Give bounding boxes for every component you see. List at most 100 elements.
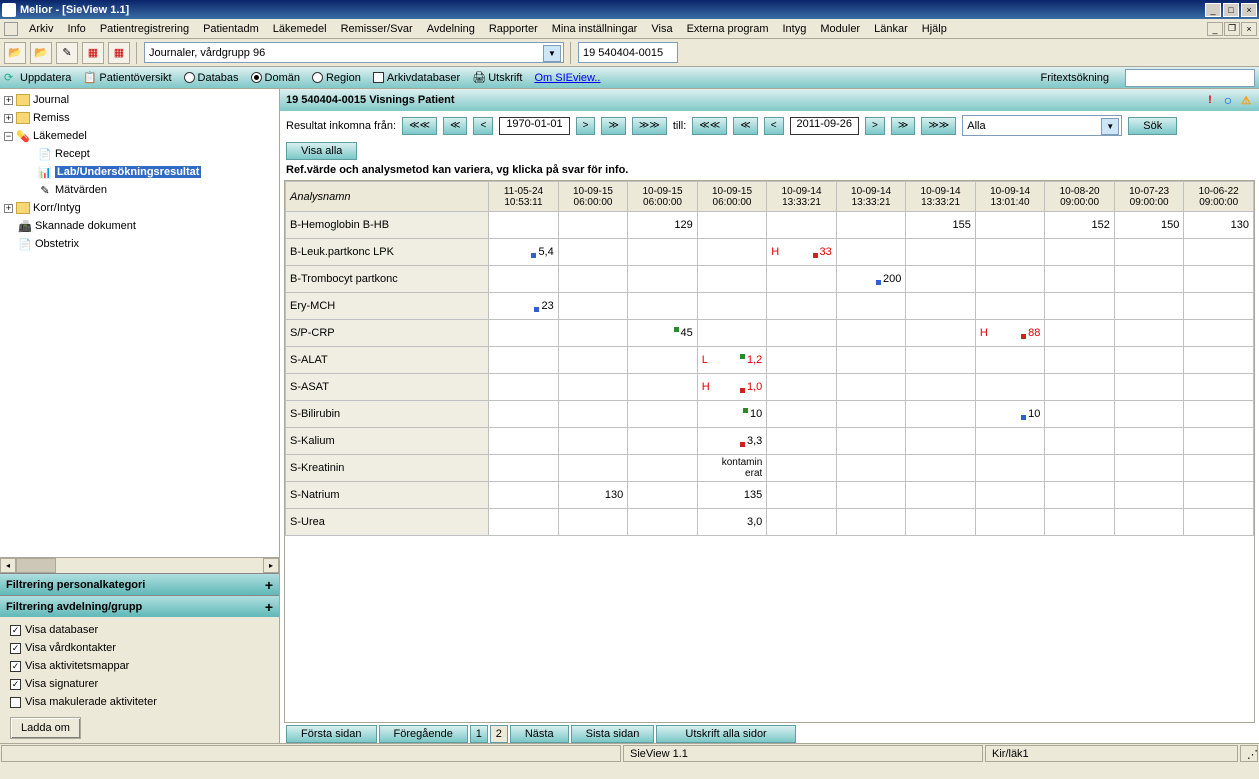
result-cell[interactable]	[489, 401, 559, 428]
menu-hjalp[interactable]: Hjälp	[915, 21, 954, 37]
filter-personkategori-header[interactable]: Filtrering personalkategori+	[0, 573, 279, 595]
check-visa-aktivitetsmappar[interactable]: Visa aktivitetsmappar	[10, 657, 269, 675]
result-cell[interactable]: 152	[1045, 212, 1115, 239]
result-cell[interactable]	[1184, 455, 1254, 482]
result-cell[interactable]	[1114, 482, 1184, 509]
resize-grip-icon[interactable]: ⋰	[1240, 745, 1258, 762]
result-cell[interactable]	[906, 320, 976, 347]
analysis-name[interactable]: S-Bilirubin	[286, 401, 489, 428]
result-cell[interactable]: H33	[767, 239, 837, 266]
result-cell[interactable]	[975, 482, 1045, 509]
nav-prev2-button[interactable]: ≪	[443, 117, 467, 135]
result-cell[interactable]	[836, 428, 906, 455]
nav-next2b-button[interactable]: ≫	[891, 117, 915, 135]
tree-recept[interactable]: 📄Recept	[2, 145, 277, 163]
result-cell[interactable]	[767, 374, 837, 401]
check-visa-signaturer[interactable]: Visa signaturer	[10, 675, 269, 693]
tree-lab[interactable]: 📊Lab/Undersökningsresultat	[2, 163, 277, 181]
pager-prev[interactable]: Föregående	[379, 725, 468, 743]
radio-region[interactable]: Region	[312, 72, 361, 84]
menu-externa[interactable]: Externa program	[680, 21, 776, 37]
result-cell[interactable]	[1114, 347, 1184, 374]
analysis-name[interactable]: B-Leuk.partkonc LPK	[286, 239, 489, 266]
result-cell[interactable]	[697, 212, 767, 239]
result-cell[interactable]	[628, 455, 698, 482]
result-cell[interactable]: 130	[558, 482, 628, 509]
result-cell[interactable]	[558, 239, 628, 266]
result-cell[interactable]	[558, 401, 628, 428]
result-cell[interactable]	[558, 266, 628, 293]
result-cell[interactable]	[906, 347, 976, 374]
maximize-button[interactable]: □	[1223, 3, 1239, 17]
result-cell[interactable]	[628, 509, 698, 536]
result-cell[interactable]	[975, 212, 1045, 239]
result-cell[interactable]	[1184, 374, 1254, 401]
analysis-name[interactable]: S-Natrium	[286, 482, 489, 509]
result-cell[interactable]	[906, 482, 976, 509]
result-cell[interactable]	[767, 266, 837, 293]
result-cell[interactable]	[836, 509, 906, 536]
column-header[interactable]: 10-06-2209:00:00	[1184, 182, 1254, 212]
tree-skannade[interactable]: 📠Skannade dokument	[2, 217, 277, 235]
mdi-restore[interactable]: ❐	[1224, 22, 1240, 36]
analysis-name[interactable]: S-Kreatinin	[286, 455, 489, 482]
date-to-input[interactable]: 2011-09-26	[790, 117, 859, 135]
result-cell[interactable]	[1184, 320, 1254, 347]
minimize-button[interactable]: _	[1205, 3, 1221, 17]
analysis-name[interactable]: Ery-MCH	[286, 293, 489, 320]
column-header[interactable]: 10-09-1413:33:21	[906, 182, 976, 212]
warning-icon[interactable]: ⚠	[1239, 93, 1253, 107]
column-header[interactable]: 10-08-2009:00:00	[1045, 182, 1115, 212]
mdi-close[interactable]: ×	[1241, 22, 1257, 36]
nav-last-button[interactable]: ≫≫	[632, 117, 667, 135]
result-cell[interactable]	[975, 428, 1045, 455]
close-button[interactable]: ×	[1241, 3, 1257, 17]
column-header[interactable]: 10-09-1413:01:40	[975, 182, 1045, 212]
result-cell[interactable]	[628, 482, 698, 509]
tree-korr[interactable]: +Korr/Intyg	[2, 199, 277, 217]
ladda-om-button[interactable]: Ladda om	[10, 717, 81, 739]
result-cell[interactable]	[697, 320, 767, 347]
filter-avdelning-header[interactable]: Filtrering avdelning/grupp+	[0, 595, 279, 617]
check-visa-makulerade[interactable]: Visa makulerade aktiviteter	[10, 693, 269, 711]
result-cell[interactable]	[1184, 428, 1254, 455]
result-cell[interactable]: 150	[1114, 212, 1184, 239]
result-cell[interactable]	[1114, 401, 1184, 428]
tb-doc-icon[interactable]: ▦	[82, 42, 104, 64]
menu-avdelning[interactable]: Avdelning	[420, 21, 482, 37]
result-cell[interactable]	[1045, 482, 1115, 509]
result-cell[interactable]: 129	[628, 212, 698, 239]
mdi-minimize[interactable]: _	[1207, 22, 1223, 36]
result-cell[interactable]: 45	[628, 320, 698, 347]
result-cell[interactable]	[1045, 455, 1115, 482]
expand-icon[interactable]: +	[4, 114, 13, 123]
result-cell[interactable]	[906, 374, 976, 401]
result-cell[interactable]	[489, 374, 559, 401]
analysis-name[interactable]: S-ASAT	[286, 374, 489, 401]
result-cell[interactable]	[1045, 320, 1115, 347]
menu-lankar[interactable]: Länkar	[867, 21, 915, 37]
circle-icon[interactable]: ○	[1221, 93, 1235, 107]
expand-icon[interactable]: +	[265, 599, 273, 615]
menu-remisser[interactable]: Remisser/Svar	[334, 21, 420, 37]
uppdatera-button[interactable]: ⟳Uppdatera	[4, 71, 71, 84]
radio-doman[interactable]: Domän	[251, 72, 300, 84]
result-cell[interactable]	[975, 374, 1045, 401]
tree-obstetrix[interactable]: 📄Obstetrix	[2, 235, 277, 253]
result-cell[interactable]	[628, 266, 698, 293]
result-cell[interactable]	[628, 401, 698, 428]
result-cell[interactable]	[1184, 347, 1254, 374]
check-visa-vardkontakter[interactable]: Visa vårdkontakter	[10, 639, 269, 657]
result-cell[interactable]	[975, 347, 1045, 374]
result-cell[interactable]: kontaminerat	[697, 455, 767, 482]
result-cell[interactable]	[1114, 509, 1184, 536]
result-cell[interactable]: 135	[697, 482, 767, 509]
result-cell[interactable]	[1045, 428, 1115, 455]
pager-next[interactable]: Nästa	[510, 725, 569, 743]
result-cell[interactable]	[1184, 401, 1254, 428]
menu-info[interactable]: Info	[60, 21, 92, 37]
result-cell[interactable]	[1045, 374, 1115, 401]
tree-journal[interactable]: +Journal	[2, 91, 277, 109]
result-cell[interactable]	[558, 428, 628, 455]
result-cell[interactable]	[836, 482, 906, 509]
